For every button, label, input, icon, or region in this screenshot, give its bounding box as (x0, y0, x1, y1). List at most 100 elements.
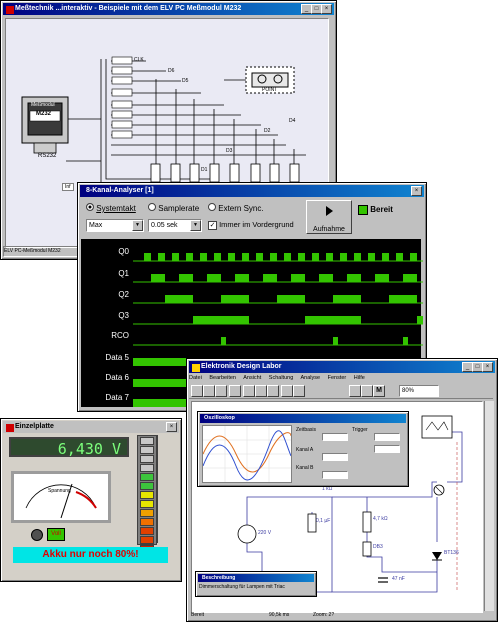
menu-hilfe[interactable]: Hilfe (354, 375, 365, 381)
menu-schaltung[interactable]: Schaltung (269, 375, 293, 381)
wire-tool-icon[interactable] (281, 385, 293, 397)
rate-select-value: 0.05 sek (151, 222, 178, 229)
close-button[interactable]: × (321, 4, 332, 14)
open-folder-icon[interactable] (203, 385, 215, 397)
voltmeter-window: Einzelplatte × 6,430 V Spannung Voll Akk… (0, 418, 182, 582)
waveform-pulse (417, 316, 423, 324)
component-label: DB3 (373, 544, 383, 550)
scope-field: Zeitbasis (296, 427, 317, 433)
waveform-pulse (396, 253, 403, 261)
waveform-pulse (389, 295, 417, 303)
waveform-pulse (410, 253, 417, 261)
radio-samplerate[interactable]: Samplerate (148, 203, 199, 213)
scope-field: Trigger (352, 427, 368, 433)
vertical-scrollbar[interactable] (484, 401, 494, 611)
waveform-pulse (326, 253, 333, 261)
radio-extern-sync[interactable]: Extern Sync. (208, 203, 264, 213)
waveform-pulse (382, 253, 389, 261)
warning-message: Akku nur noch 80%! (13, 547, 168, 563)
voltmeter-titlebar[interactable]: Einzelplatte (3, 421, 179, 433)
zoom-select[interactable]: 80% (399, 385, 439, 397)
voltmeter-close-button[interactable]: × (166, 422, 177, 432)
edl-statusbar: Bereit 90,5k ms Zoom: 2? (189, 611, 493, 619)
waveform-pulse (284, 253, 291, 261)
zoom-out-icon[interactable] (361, 385, 373, 397)
chevron-down-icon[interactable]: ▼ (132, 220, 143, 231)
cut-icon[interactable] (243, 385, 255, 397)
bus-label-3: D4 (289, 118, 296, 124)
radio-samplerate-label: Samplerate (158, 204, 200, 213)
chevron-down-icon[interactable]: ▼ (190, 220, 201, 231)
description-titlebar[interactable]: Beschreibung (198, 574, 314, 582)
scope-input[interactable] (322, 453, 348, 461)
meter-label: Spannung (48, 488, 71, 494)
waveform-pulse (207, 274, 221, 282)
waveform-pulse (172, 253, 179, 261)
info-label[interactable]: Inf (62, 183, 74, 191)
analyzer-titlebar[interactable]: 8-Kanal-Analyser [1] (80, 185, 424, 197)
save-icon[interactable] (215, 385, 227, 397)
scope-screen (202, 425, 292, 483)
copy-icon[interactable] (255, 385, 267, 397)
waveform-pulse (298, 253, 305, 261)
description-title: Beschreibung (202, 575, 236, 581)
scope-input[interactable] (374, 433, 400, 441)
menu-ansicht[interactable]: Ansicht (243, 375, 261, 381)
record-button[interactable]: Aufnahme (306, 200, 352, 234)
waveform-pulse (305, 316, 361, 324)
menu-analyse[interactable]: Analyse (301, 375, 321, 381)
scope-titlebar[interactable]: Oszilloskop (200, 414, 406, 423)
edl-status-left: Bereit (191, 612, 205, 618)
radio-extern-label: Extern Sync. (218, 204, 264, 213)
menu-bearbeiten[interactable]: Bearbeiten (209, 375, 236, 381)
main-statusbar: ELV PC-Meßmodul M232 (3, 246, 85, 257)
waveform-pulse (368, 253, 375, 261)
print-icon[interactable] (229, 385, 241, 397)
paste-icon[interactable] (267, 385, 279, 397)
bus-label-5: D2 (264, 128, 271, 134)
main-window-titlebar[interactable]: Meßtechnik ...interaktiv - Beispiele mit… (3, 3, 334, 15)
waveform-pulse (228, 253, 235, 261)
menu-fenster[interactable]: Fenster (328, 375, 347, 381)
scope-input[interactable] (322, 433, 348, 441)
channel-label: RCO (111, 331, 129, 340)
component-label: BT136 (444, 550, 459, 556)
edl-close-button[interactable]: × (482, 362, 493, 372)
meter-tool-icon[interactable]: M (373, 385, 385, 397)
radio-systemtakt-dot (86, 203, 94, 211)
edl-titlebar[interactable]: Elektronik Design Labor (189, 361, 495, 373)
scope-input[interactable] (322, 471, 348, 479)
edl-window: Elektronik Design Labor _ □ × Datei Bear… (186, 358, 498, 622)
radio-samplerate-dot (148, 203, 156, 211)
indicator-voll-label: Voll (51, 531, 61, 537)
menu-datei[interactable]: Datei (189, 375, 202, 381)
foreground-checkbox[interactable]: ✓ Immer im Vordergrund (208, 220, 294, 230)
level-segment (140, 500, 154, 508)
level-segment (140, 527, 154, 535)
zoom-in-icon[interactable] (349, 385, 361, 397)
waveform-pulse (340, 253, 347, 261)
waveform-pulse (193, 316, 249, 324)
waveform-pulse (270, 253, 277, 261)
channel-label: Data 5 (105, 353, 129, 362)
indicator-led-icon (31, 529, 43, 541)
rate-select[interactable]: 0.05 sek ▼ (148, 219, 202, 232)
scope-field: Kanal B (296, 465, 314, 471)
description-window: Beschreibung Dimmerschaltung für Lampen … (195, 571, 317, 597)
waveform-pulse (221, 295, 249, 303)
new-file-icon[interactable] (191, 385, 203, 397)
main-window-title: Meßtechnik ...interaktiv - Beispiele mit… (15, 5, 242, 12)
level-bargraph (137, 435, 157, 562)
warning-message-text: Akku nur noch 80%! (42, 549, 139, 560)
scope-input[interactable] (374, 445, 400, 453)
component-tool-icon[interactable] (293, 385, 305, 397)
component-label: 47 nF (392, 576, 405, 582)
analyzer-close-button[interactable]: × (411, 186, 422, 196)
main-status-text: ELV PC-Meßmodul M232 (4, 248, 61, 254)
play-icon (325, 206, 333, 216)
mode-select[interactable]: Max ▼ (86, 219, 144, 232)
radio-systemtakt[interactable]: Systemtakt (86, 203, 136, 213)
status-label: Bereit (370, 205, 393, 215)
waveform-pulse (235, 274, 249, 282)
edl-status-right: Zoom: 2? (313, 612, 335, 618)
